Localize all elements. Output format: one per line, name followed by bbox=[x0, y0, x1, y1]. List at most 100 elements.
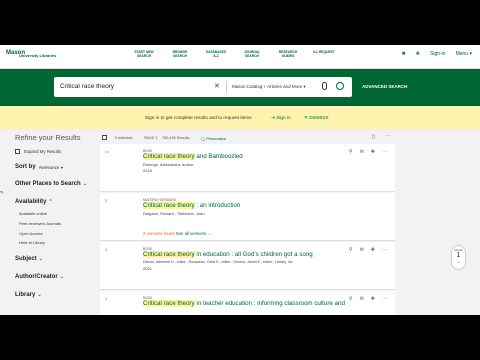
result-author: Dixson, Adrienne D., editor ; Rousseau, … bbox=[143, 260, 294, 264]
title-highlight: Critical race theory bbox=[143, 300, 195, 307]
banner-sign-in-link[interactable]: ⇥ Sign in bbox=[271, 115, 291, 121]
refine-title: Refine your Results bbox=[15, 133, 81, 142]
arrow-right-icon: → bbox=[207, 231, 212, 236]
menu-button[interactable]: Menu ▾ bbox=[456, 51, 472, 57]
subject-label: Subject bbox=[15, 256, 37, 262]
advanced-search-link[interactable]: ADVANCED SEARCH bbox=[362, 84, 407, 89]
other-places-label: Other Places to Search bbox=[15, 181, 81, 187]
title-highlight: Critical race theory bbox=[143, 202, 195, 209]
search-bar-area: Critical race theory ✕ Mason Catalog + A… bbox=[0, 69, 480, 106]
link-icon[interactable]: ⚲ bbox=[349, 296, 353, 302]
pin-icon[interactable]: ▯ bbox=[372, 134, 375, 140]
chevron-down-icon: ⌄ bbox=[82, 181, 87, 187]
personalize-label: Personalize bbox=[206, 137, 227, 141]
title-highlight: Critical race theory bbox=[143, 153, 195, 160]
chevron-up-icon: ⌃ bbox=[48, 199, 53, 205]
more-options-icon[interactable]: ⋯ bbox=[382, 247, 387, 253]
result-item[interactable]: 4 BOOK Critical race theory in teacher e… bbox=[100, 291, 395, 315]
logo-subtitle: University Libraries bbox=[19, 53, 57, 58]
result-title[interactable]: Critical race theory and Bamboozled bbox=[143, 153, 243, 160]
author-heading[interactable]: Author/Creator ⌄ bbox=[15, 274, 64, 280]
top-nav-links: START NEW SEARCH BROWSE SEARCH DATABASES… bbox=[126, 50, 342, 64]
versions-info: 2 versions found See all versions → bbox=[143, 231, 212, 236]
share-icon[interactable]: ✖ bbox=[402, 51, 406, 57]
clear-search-icon[interactable]: ✕ bbox=[214, 82, 220, 90]
email-icon[interactable]: ✉ bbox=[360, 247, 364, 253]
search-icon[interactable] bbox=[336, 82, 344, 90]
page-navigator[interactable]: PAGE 1 ⌄ bbox=[451, 245, 466, 270]
results-list: 0 selected PAGE 1 780,456 Results ◯ Pers… bbox=[100, 130, 395, 315]
nav-research-guides[interactable]: RESEARCH GUIDES bbox=[270, 50, 306, 64]
select-all-checkbox[interactable] bbox=[102, 135, 107, 140]
pin-icon[interactable]: ✚ bbox=[371, 149, 375, 155]
more-options-icon[interactable]: ⋯ bbox=[382, 296, 387, 302]
chevron-down-icon[interactable]: ⌄ bbox=[452, 259, 465, 264]
banner-dismiss-label: DISMISS bbox=[309, 115, 329, 120]
search-box: Critical race theory ✕ Mason Catalog + A… bbox=[54, 77, 352, 97]
chevron-down-icon: ⌄ bbox=[37, 292, 42, 298]
expand-results-label: Expand My Results bbox=[24, 149, 62, 154]
result-item[interactable]: ▭ BOOK Critical race theory and Bamboozl… bbox=[100, 144, 395, 192]
results-count: 780,456 Results bbox=[162, 136, 190, 140]
versions-found: 2 versions found bbox=[143, 231, 175, 236]
nav-databases[interactable]: DATABASES A-Z bbox=[198, 50, 234, 64]
sort-value: Relevance bbox=[39, 165, 60, 170]
more-options-icon[interactable]: ⋯ bbox=[382, 149, 387, 155]
library-heading[interactable]: Library ⌄ bbox=[15, 292, 42, 298]
sort-label: Sort by bbox=[15, 164, 36, 170]
result-item[interactable]: 3 BOOK Critical race theory in education… bbox=[100, 242, 395, 290]
personalize-toggle[interactable]: ◯ Personalize bbox=[201, 136, 226, 141]
see-all-versions-link[interactable]: See all versions bbox=[176, 231, 206, 236]
result-title[interactable]: Critical race theory in education : all … bbox=[143, 251, 313, 258]
result-thumbnail: ▭ bbox=[105, 149, 109, 154]
filter-held-at-library[interactable]: Held at Library bbox=[19, 240, 45, 245]
sign-in-link[interactable]: Sign-in bbox=[430, 51, 446, 57]
sort-select[interactable]: Relevance ▾ bbox=[39, 165, 63, 171]
library-label: Library bbox=[15, 292, 36, 298]
email-icon[interactable]: ✉ bbox=[360, 296, 364, 302]
availability-heading[interactable]: Availability ⌃ bbox=[15, 199, 53, 205]
search-scope-value: Mason Catalog + Articles and More bbox=[232, 84, 303, 89]
result-author: Delgado, Richard ; Stefancic, Jean bbox=[143, 211, 205, 216]
filter-open-access[interactable]: Open Access bbox=[19, 231, 43, 236]
result-title[interactable]: Critical race theory in teacher educatio… bbox=[143, 300, 345, 307]
menu-label: Menu bbox=[455, 51, 469, 57]
search-input[interactable]: Critical race theory bbox=[60, 83, 114, 90]
refine-sidebar: Refine your Results Expand My Results So… bbox=[0, 130, 100, 315]
banner-dismiss-button[interactable]: ✕ DISMISS bbox=[304, 115, 329, 121]
pin-icon[interactable]: ✚ bbox=[416, 51, 420, 57]
selected-count: 0 selected bbox=[115, 136, 133, 140]
library-logo[interactable]: Mason University Libraries bbox=[6, 50, 78, 64]
search-divider bbox=[226, 81, 227, 93]
more-options-icon[interactable]: ⋯ bbox=[385, 133, 390, 139]
title-highlight: Critical race theory bbox=[143, 251, 195, 258]
top-right-actions: ✖ ✚ Sign-in Menu ▾ bbox=[402, 51, 472, 57]
pin-icon[interactable]: ✚ bbox=[371, 296, 375, 302]
expand-results-checkbox[interactable] bbox=[15, 149, 20, 154]
page-number: 1 bbox=[456, 252, 461, 259]
link-icon[interactable]: ⚲ bbox=[349, 149, 353, 155]
link-icon[interactable]: ⚲ bbox=[349, 247, 353, 253]
result-title[interactable]: Critical race theory : an introduction bbox=[143, 202, 240, 209]
filter-available-online[interactable]: Available online bbox=[19, 211, 47, 216]
search-scope-select[interactable]: Mason Catalog + Articles and More ▾ bbox=[232, 84, 306, 90]
nav-journal-search[interactable]: JOURNAL SEARCH bbox=[234, 50, 270, 64]
other-places-heading[interactable]: Other Places to Search ⌄ bbox=[15, 181, 87, 187]
nav-start-new-search[interactable]: START NEW SEARCH bbox=[126, 50, 162, 64]
subject-heading[interactable]: Subject ⌄ bbox=[15, 256, 43, 262]
result-item[interactable]: 2 MULTIPLE VERSIONS Critical race theory… bbox=[100, 193, 395, 241]
nav-browse-search[interactable]: BROWSE SEARCH bbox=[162, 50, 198, 64]
result-date: 2018 bbox=[143, 168, 152, 173]
result-date: 2021 bbox=[143, 266, 152, 271]
result-number: 4 bbox=[105, 296, 108, 301]
filter-peer-reviewed[interactable]: Peer-reviewed Journals bbox=[19, 221, 61, 226]
results-toolbar: 0 selected PAGE 1 780,456 Results ◯ Pers… bbox=[100, 130, 395, 142]
pin-icon[interactable]: ✚ bbox=[371, 247, 375, 253]
email-icon[interactable]: ✉ bbox=[360, 149, 364, 155]
microphone-icon[interactable] bbox=[322, 82, 327, 90]
result-number: 2 bbox=[105, 198, 108, 203]
banner-message: Sign in to get complete results and to r… bbox=[145, 115, 252, 120]
availability-label: Availability bbox=[15, 199, 47, 205]
result-number: 3 bbox=[105, 247, 108, 252]
nav-ill-request[interactable]: ILL REQUEST bbox=[306, 50, 342, 64]
